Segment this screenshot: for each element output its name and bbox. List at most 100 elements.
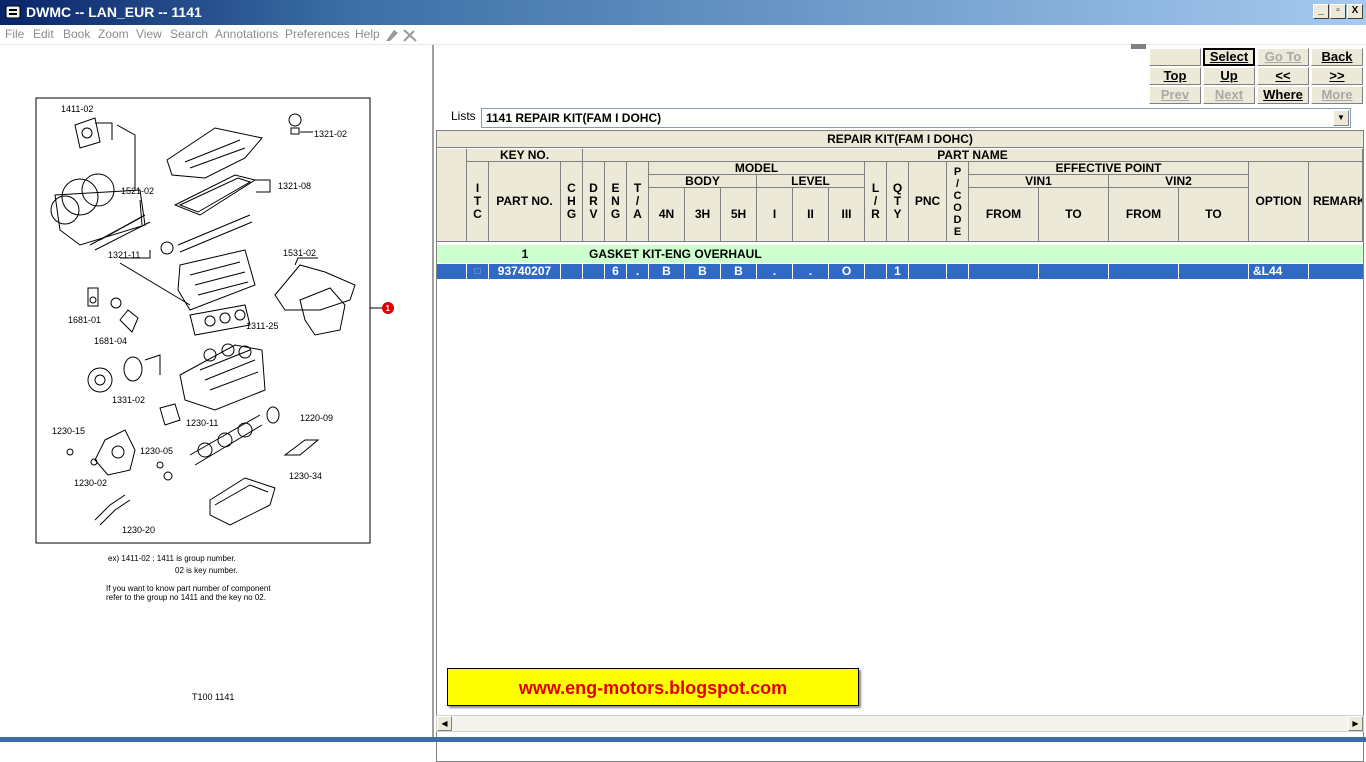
cell-option: &L44 bbox=[1249, 264, 1309, 279]
callout-number: 1 bbox=[386, 304, 391, 313]
cell-remark bbox=[1309, 264, 1363, 279]
more-button[interactable]: More bbox=[1311, 86, 1363, 104]
cell-level-2: . bbox=[793, 264, 829, 279]
cell-level-3: O bbox=[829, 264, 865, 279]
header-level-3: III bbox=[829, 188, 865, 242]
menu-annotations[interactable]: Annotations bbox=[215, 27, 278, 41]
top-button[interactable]: Top bbox=[1149, 67, 1201, 85]
watermark-banner: www.eng-motors.blogspot.com bbox=[447, 668, 859, 706]
menu-preferences[interactable]: Preferences bbox=[285, 27, 350, 41]
blank-button bbox=[1149, 48, 1201, 66]
diagram-label: 1531-02 bbox=[283, 248, 316, 258]
diagram-label: 1331-02 bbox=[112, 395, 145, 405]
table-row-selected[interactable]: □ 93740207 6 . B B B . . O 1 &L44 bbox=[437, 264, 1363, 279]
diagram-label: 1411-02 bbox=[61, 104, 93, 114]
prev-page-button[interactable]: << bbox=[1257, 67, 1309, 85]
lists-dropdown[interactable]: 1141 REPAIR KIT(FAM I DOHC) ▼ bbox=[481, 108, 1351, 128]
restore-button[interactable]: ▫ bbox=[1330, 4, 1346, 19]
close-button[interactable]: X bbox=[1347, 4, 1363, 19]
parts-pane: Select Go To Back Top Up << >> Prev Next… bbox=[434, 44, 1366, 762]
header-chg: C H G bbox=[561, 162, 583, 242]
where-button[interactable]: Where bbox=[1257, 86, 1309, 104]
header-vin1: VIN1 bbox=[969, 174, 1109, 188]
header-key-no: KEY NO. bbox=[467, 148, 583, 162]
note-line: 02 is key number. bbox=[175, 566, 238, 575]
diagram-label: 1230-02 bbox=[74, 478, 107, 488]
header-lr: L / R bbox=[865, 162, 887, 242]
cell-part-no: 93740207 bbox=[489, 264, 561, 279]
cell-level-1: . bbox=[757, 264, 793, 279]
cell-drv bbox=[583, 264, 605, 279]
header-vin2-from: FROM bbox=[1109, 188, 1179, 242]
cell-3h: B bbox=[685, 264, 721, 279]
diagram-label: 1321-02 bbox=[314, 129, 347, 139]
header-remark: REMARK bbox=[1309, 162, 1363, 242]
header-pcode: P / C O D E bbox=[947, 162, 969, 242]
cell-lr bbox=[865, 264, 887, 279]
header-itc: I T C bbox=[467, 162, 489, 242]
scroll-right-icon[interactable]: ▶ bbox=[1348, 716, 1363, 731]
menu-bar: File Edit Book Zoom View Search Annotati… bbox=[0, 25, 1366, 45]
scroll-left-icon[interactable]: ◀ bbox=[437, 716, 452, 731]
cell-ta: . bbox=[627, 264, 649, 279]
prev-button[interactable]: Prev bbox=[1149, 86, 1201, 104]
diagram-label: 1321-08 bbox=[278, 181, 311, 191]
header-level-2: II bbox=[793, 188, 829, 242]
header-option: OPTION bbox=[1249, 162, 1309, 242]
header-ta: T / A bbox=[627, 162, 649, 242]
note-line: refer to the group no 1411 and the key n… bbox=[106, 593, 266, 602]
header-corner bbox=[437, 149, 467, 242]
header-4n: 4N bbox=[649, 188, 685, 242]
select-button[interactable]: Select bbox=[1203, 48, 1255, 66]
diagram-label: 1321-11 bbox=[108, 250, 140, 260]
menu-book[interactable]: Book bbox=[63, 27, 90, 41]
taskbar-strip bbox=[0, 737, 1366, 742]
next-page-button[interactable]: >> bbox=[1311, 67, 1363, 85]
header-eng: E N G bbox=[605, 162, 627, 242]
header-vin1-to: TO bbox=[1039, 188, 1109, 242]
table-row-group[interactable]: 1 GASKET KIT-ENG OVERHAUL bbox=[437, 245, 1363, 263]
header-vin2-to: TO bbox=[1179, 188, 1249, 242]
menu-help[interactable]: Help bbox=[355, 27, 380, 41]
header-vin2: VIN2 bbox=[1109, 174, 1249, 188]
menu-file[interactable]: File bbox=[5, 27, 24, 41]
header-vin1-from: FROM bbox=[969, 188, 1039, 242]
tool-icons[interactable] bbox=[384, 27, 418, 43]
app-icon bbox=[5, 5, 21, 19]
header-5h: 5H bbox=[721, 188, 757, 242]
note-line: If you want to know part number of compo… bbox=[106, 584, 271, 593]
next-button[interactable]: Next bbox=[1203, 86, 1255, 104]
menu-view[interactable]: View bbox=[136, 27, 162, 41]
menu-edit[interactable]: Edit bbox=[33, 27, 54, 41]
splitter-handle[interactable] bbox=[1131, 44, 1146, 49]
header-part-name: PART NAME bbox=[583, 148, 1363, 162]
diagram-label: 1521-02 bbox=[121, 186, 154, 196]
diagram-label: 1220-09 bbox=[300, 413, 333, 423]
menu-search[interactable]: Search bbox=[170, 27, 208, 41]
horizontal-scrollbar[interactable]: ◀ ▶ bbox=[436, 715, 1364, 732]
header-3h: 3H bbox=[685, 188, 721, 242]
diagram-label: 1230-11 bbox=[186, 418, 218, 428]
cell-chg bbox=[561, 264, 583, 279]
chevron-down-icon[interactable]: ▼ bbox=[1333, 110, 1349, 126]
row-indicator bbox=[437, 264, 467, 279]
cell-vin2-to bbox=[1179, 264, 1249, 279]
window-title: DWMC -- LAN_EUR -- 1141 bbox=[26, 4, 202, 20]
page-id: T100 1141 bbox=[192, 692, 234, 702]
cell-pcode bbox=[947, 264, 969, 279]
back-button[interactable]: Back bbox=[1311, 48, 1363, 66]
cell-4n: B bbox=[649, 264, 685, 279]
goto-button[interactable]: Go To bbox=[1257, 48, 1309, 66]
minimize-button[interactable]: _ bbox=[1313, 4, 1329, 19]
cell-itc: □ bbox=[467, 264, 489, 279]
up-button[interactable]: Up bbox=[1203, 67, 1255, 85]
cell-vin1-to bbox=[1039, 264, 1109, 279]
menu-zoom[interactable]: Zoom bbox=[98, 27, 129, 41]
banner-text: www.eng-motors.blogspot.com bbox=[518, 678, 788, 698]
diagram-label: 1230-15 bbox=[52, 426, 85, 436]
diagram-label: 1230-05 bbox=[140, 446, 173, 456]
exploded-diagram[interactable]: 1411-02 1321-02 1321-08 1521-02 1321-11 … bbox=[0, 45, 432, 737]
lists-value: 1141 REPAIR KIT(FAM I DOHC) bbox=[486, 111, 662, 125]
header-effective-point: EFFECTIVE POINT bbox=[969, 161, 1249, 175]
table-title: REPAIR KIT(FAM I DOHC) bbox=[437, 131, 1363, 148]
